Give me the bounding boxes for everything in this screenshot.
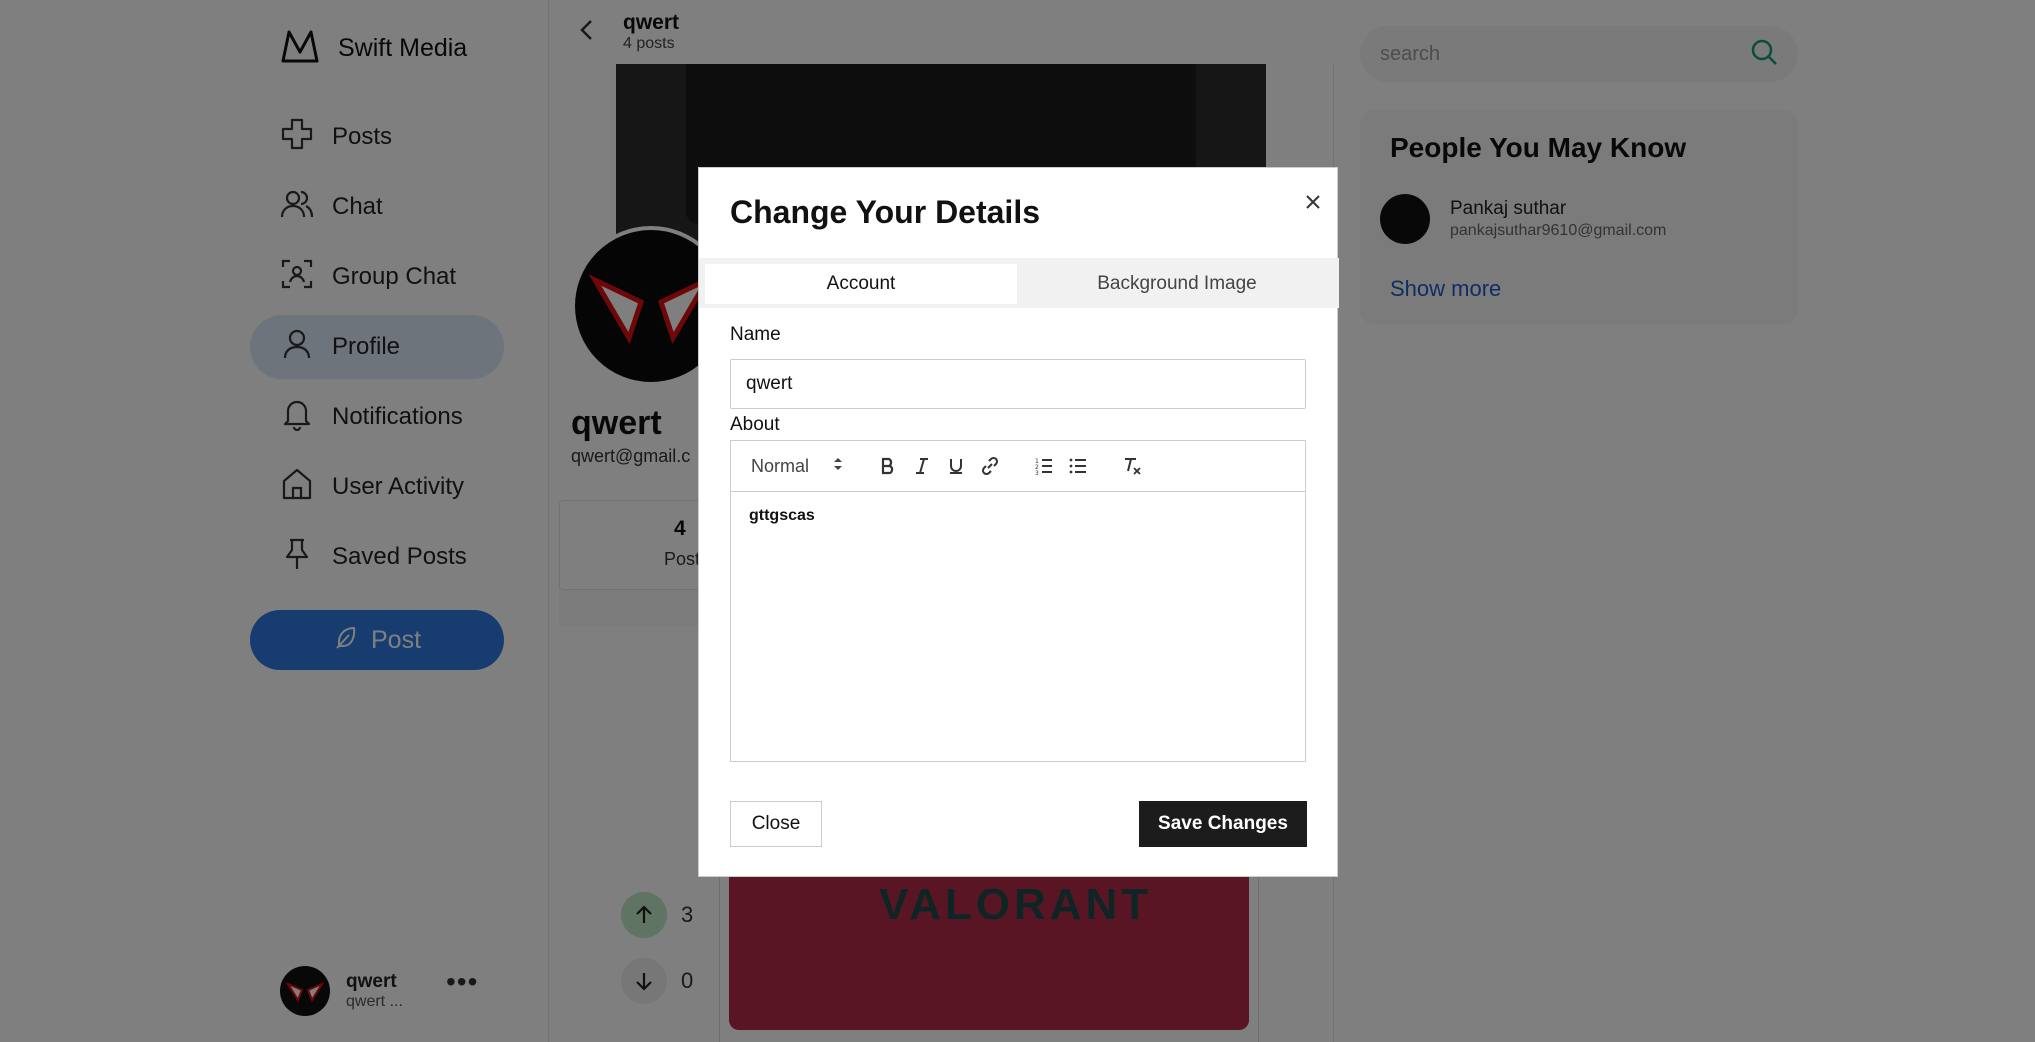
tab-account[interactable]: Account	[705, 264, 1017, 304]
editor-toolbar: Normal 123	[731, 441, 1305, 492]
name-field[interactable]	[730, 359, 1306, 409]
about-label: About	[730, 414, 780, 435]
format-select-value: Normal	[751, 455, 810, 476]
underline-icon[interactable]	[939, 449, 973, 483]
bullet-list-icon[interactable]	[1061, 449, 1095, 483]
change-details-modal: Change Your Details Account Background I…	[698, 167, 1339, 877]
bold-icon[interactable]	[871, 449, 905, 483]
tab-background-image[interactable]: Background Image	[1021, 264, 1333, 304]
select-arrows-icon	[833, 456, 843, 477]
format-select[interactable]: Normal	[751, 456, 843, 477]
name-label: Name	[730, 324, 781, 345]
link-icon[interactable]	[973, 449, 1007, 483]
ordered-list-icon[interactable]: 123	[1027, 449, 1061, 483]
clear-format-icon[interactable]	[1115, 449, 1149, 483]
about-editor: Normal 123 gttgscas	[730, 440, 1306, 762]
modal-tabs: Account Background Image	[699, 258, 1339, 308]
italic-icon[interactable]	[905, 449, 939, 483]
svg-text:3: 3	[1035, 470, 1039, 476]
modal-title: Change Your Details	[730, 194, 1040, 230]
about-content[interactable]: gttgscas	[749, 507, 815, 525]
close-button[interactable]: Close	[730, 801, 822, 847]
close-icon[interactable]	[1299, 188, 1327, 216]
save-changes-button[interactable]: Save Changes	[1139, 801, 1307, 847]
